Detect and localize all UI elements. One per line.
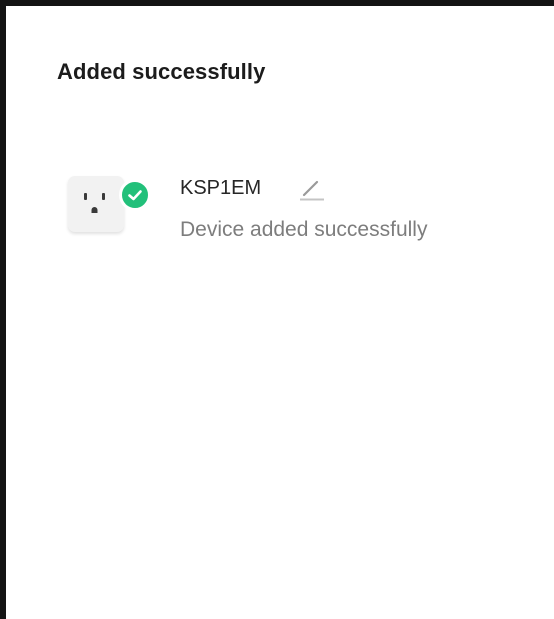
- page-title: Added successfully: [57, 59, 266, 84]
- smart-plug-icon: [68, 176, 124, 232]
- device-thumbnail: [68, 176, 151, 234]
- edit-name-icon[interactable]: [296, 174, 326, 202]
- device-name: KSP1EM: [180, 177, 262, 199]
- device-status-text: Device added successfully: [180, 218, 428, 241]
- success-check-icon: [119, 179, 151, 211]
- app-screen: Added successfully KSP1EM Device added s…: [0, 0, 554, 619]
- device-list-item: KSP1EM Device added successfully: [62, 154, 522, 244]
